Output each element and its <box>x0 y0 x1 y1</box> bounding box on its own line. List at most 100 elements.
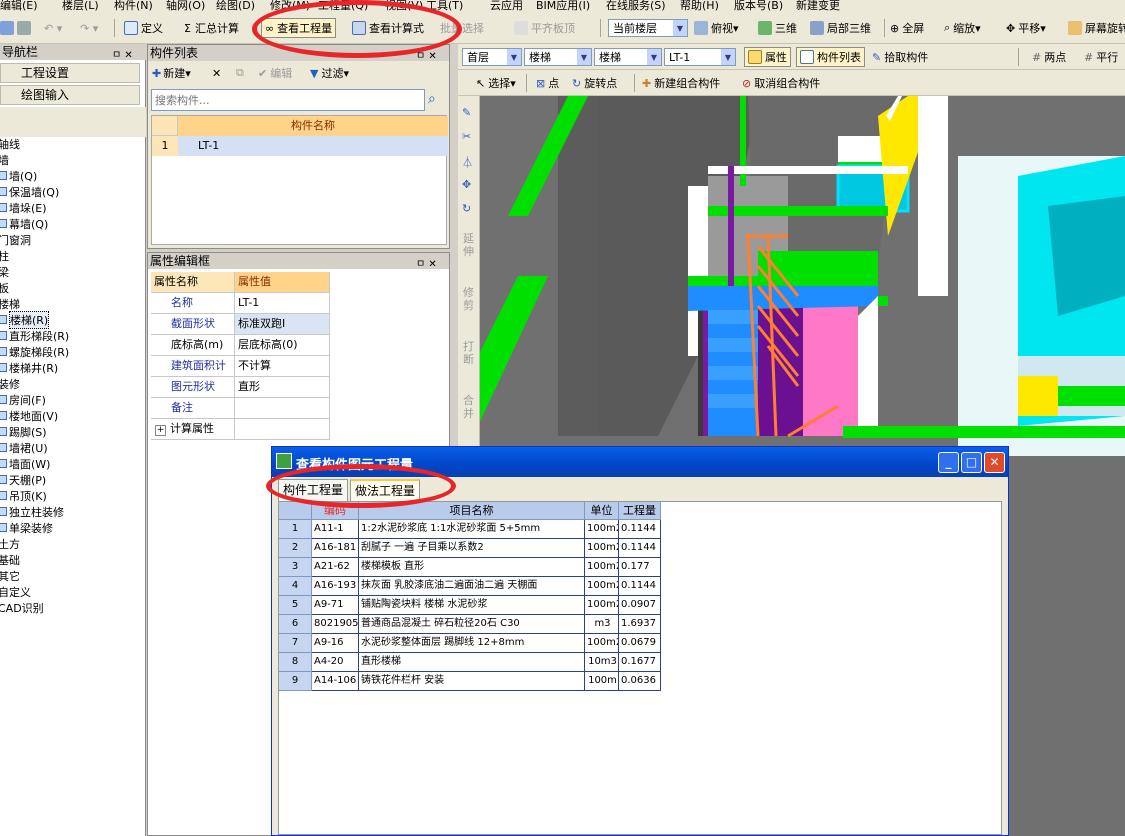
cell-name[interactable]: 1:2水泥砂浆底 1:1水泥砂浆面 5+5mm <box>359 520 585 539</box>
3d-button[interactable]: 三维 <box>758 18 797 38</box>
menu-item[interactable]: 工程量(Q) <box>318 0 368 12</box>
tree-item[interactable]: 墙面(W) <box>0 456 50 471</box>
category-select[interactable]: 楼梯 ▼ <box>524 48 592 66</box>
select-button[interactable]: ↖ 选择 ▾ <box>476 73 516 93</box>
cell-code[interactable]: A4-20 <box>312 653 359 672</box>
tree-item[interactable]: 楼梯井(R) <box>0 360 58 375</box>
tab-component-quantity[interactable]: 构件工程量 <box>278 479 349 501</box>
menu-item[interactable]: 视图(V) <box>385 0 423 12</box>
prop-value[interactable]: 标准双跑I <box>235 314 330 335</box>
local-3d-button[interactable]: 局部三维 <box>810 18 871 38</box>
prop-value[interactable]: 层底标高(0) <box>235 335 330 356</box>
tree-item[interactable]: 自定义 <box>0 584 31 599</box>
pin-icon[interactable]: ㅁ ✕ <box>416 255 437 270</box>
component-select[interactable]: LT-1 ▼ <box>664 48 736 66</box>
cell-unit[interactable]: 100m2 <box>585 634 619 653</box>
tree-item[interactable]: CAD识别 <box>0 600 44 615</box>
cell-name[interactable]: 铺贴陶瓷块料 楼梯 水泥砂浆 <box>359 596 585 615</box>
menu-item[interactable]: 构件(N) <box>114 0 153 12</box>
menu-item[interactable]: 工具(T) <box>426 0 463 12</box>
two-points-button[interactable]: # 两点 <box>1032 47 1066 67</box>
tree-item[interactable]: 独立柱装修 <box>0 504 64 519</box>
brush-icon[interactable]: ✎ <box>462 106 471 119</box>
menu-item[interactable]: BIM应用(I) <box>536 0 590 12</box>
row-number[interactable]: 7 <box>279 634 312 653</box>
scissors-icon[interactable]: ✂ <box>462 130 471 143</box>
menu-item[interactable]: 修改(M) <box>270 0 310 12</box>
parallel-button[interactable]: # 平行 <box>1084 47 1118 67</box>
cell-qty[interactable]: 0.0907 <box>619 596 661 615</box>
vertical-tool-button[interactable]: 修剪 <box>463 286 475 312</box>
tree-item[interactable]: 其它 <box>0 568 20 583</box>
menu-item[interactable]: 版本号(B) <box>734 0 783 12</box>
tree-item[interactable]: 墙裙(U) <box>0 440 48 455</box>
view-formula-button[interactable]: 查看计算式 <box>352 18 424 38</box>
vertical-tool-button[interactable]: 合并 <box>463 394 475 420</box>
cell-unit[interactable]: 100m <box>585 672 619 691</box>
cancel-combo-button[interactable]: ⊘ 取消组合构件 <box>742 73 820 93</box>
tree-item[interactable]: 墙垛(E) <box>0 200 47 215</box>
menu-item[interactable]: 绘图(D) <box>216 0 255 12</box>
tree-item[interactable]: 螺旋梯段(R) <box>0 344 69 359</box>
menu-item[interactable]: 在线服务(S) <box>606 0 666 12</box>
filter-button[interactable]: ▼ 过滤 ▾ <box>310 63 349 83</box>
project-settings-button[interactable]: 工程设置 <box>0 63 140 83</box>
cell-unit[interactable]: 100m2 <box>585 577 619 596</box>
row-number[interactable]: 6 <box>279 615 312 634</box>
new-component-button[interactable]: ✚ 新建 ▾ <box>152 63 191 83</box>
vertical-tool-button[interactable]: 延伸 <box>463 232 475 258</box>
new-combo-button[interactable]: ✚ 新建组合构件 <box>642 73 720 93</box>
menu-item[interactable]: 新建变更 <box>796 0 840 12</box>
tree-item[interactable]: 轴线 <box>0 136 20 151</box>
col-code-header[interactable]: 编码 <box>312 502 359 520</box>
menu-item[interactable]: 云应用 <box>490 0 523 12</box>
floor-select[interactable]: 首层 ▼ <box>462 48 522 66</box>
row-number[interactable]: 5 <box>279 596 312 615</box>
cell-qty[interactable]: 0.177 <box>619 558 661 577</box>
subcategory-select[interactable]: 楼梯 ▼ <box>594 48 662 66</box>
align-top-button[interactable]: 平齐板顶 <box>514 18 575 38</box>
row-number[interactable]: 1 <box>279 520 312 539</box>
define-button[interactable]: 定义 <box>124 18 163 38</box>
cell-unit[interactable]: 100m2 <box>585 520 619 539</box>
cell-qty[interactable]: 1.6937 <box>619 615 661 634</box>
dialog-titlebar[interactable]: 查看构件图元工程量 _ □ ✕ <box>272 447 1008 477</box>
pan-button[interactable]: ✥ 平移 ▾ <box>1006 18 1046 38</box>
cell-name[interactable]: 抹灰面 乳胶漆底油二遍面油二遍 天棚面 <box>359 577 585 596</box>
vertical-tool-button[interactable]: 打断 <box>463 340 475 366</box>
tree-item[interactable]: 单梁装修 <box>0 520 53 535</box>
cell-qty[interactable]: 0.1677 <box>619 653 661 672</box>
col-name-header[interactable]: 项目名称 <box>359 502 585 520</box>
tree-item[interactable]: 保温墙(Q) <box>0 184 59 199</box>
point-button[interactable]: ⊠ 点 <box>536 73 559 93</box>
cell-code[interactable]: A11-1 <box>312 520 359 539</box>
prop-value[interactable]: LT-1 <box>235 293 330 314</box>
prop-value[interactable]: 直形 <box>235 377 330 398</box>
cell-name[interactable]: 刮腻子 一遍 子目乘以系数2 <box>359 539 585 558</box>
row-number[interactable]: 9 <box>279 672 312 691</box>
view-quantity-button[interactable]: ∞ 查看工程量 <box>261 18 337 38</box>
search-icon[interactable]: ⌕ <box>428 91 436 107</box>
cell-code[interactable]: A9-16 <box>312 634 359 653</box>
batch-select-button[interactable]: 批量选择 <box>440 18 484 38</box>
cell-name[interactable]: 水泥砂浆整体面层 踢脚线 12+8mm <box>359 634 585 653</box>
tree-item[interactable]: 墙 <box>0 152 9 167</box>
tree-item[interactable]: 踢脚(S) <box>0 424 47 439</box>
pin-icon[interactable]: ㅁ ✕ <box>416 47 437 62</box>
properties-button[interactable]: 属性 <box>744 47 791 67</box>
cell-name[interactable]: 楼梯模板 直形 <box>359 558 585 577</box>
rotate-point-button[interactable]: ↻ 旋转点 <box>572 73 617 93</box>
prop-value[interactable] <box>235 419 330 440</box>
menu-item[interactable]: 帮助(H) <box>680 0 719 12</box>
cell-code[interactable]: A16-181 <box>312 539 359 558</box>
pin-icon[interactable]: ㅁ ✕ <box>112 46 133 61</box>
expand-icon[interactable]: + <box>155 425 166 436</box>
sum-calc-button[interactable]: Σ 汇总计算 <box>184 18 239 38</box>
tree-item[interactable]: 楼梯 <box>0 296 20 311</box>
cell-qty[interactable]: 0.1144 <box>619 577 661 596</box>
tree-item[interactable]: 房间(F) <box>0 392 46 407</box>
fullscreen-button[interactable]: ⊕ 全屏 <box>890 18 924 38</box>
tree-item[interactable]: 幕墙(Q) <box>0 216 48 231</box>
row-number[interactable]: 4 <box>279 577 312 596</box>
table-icon[interactable] <box>0 18 34 38</box>
